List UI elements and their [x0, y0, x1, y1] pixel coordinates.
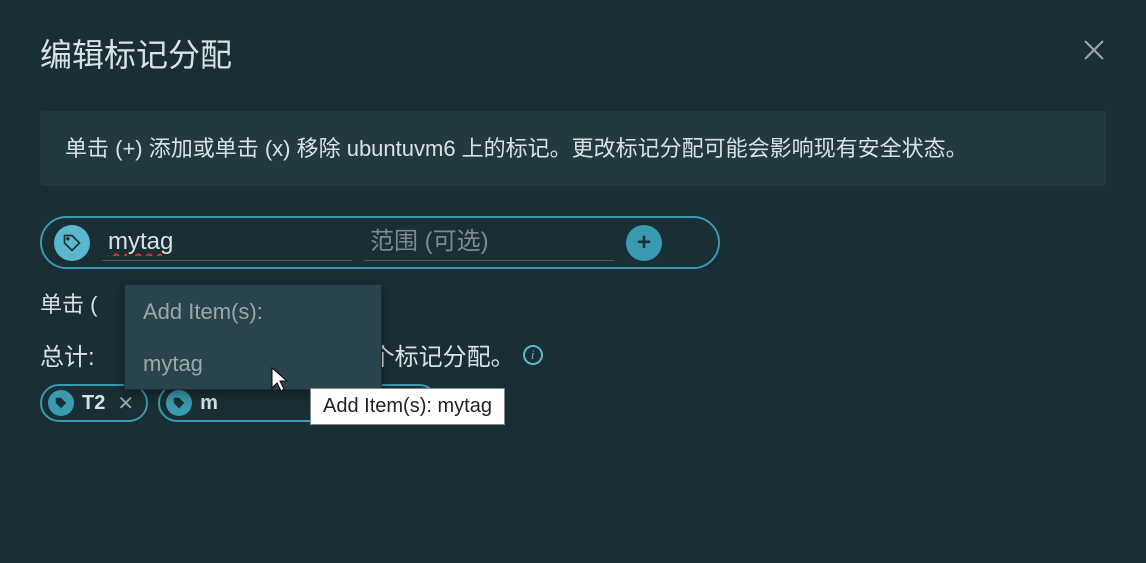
tag-scope-input[interactable] — [364, 224, 614, 261]
close-button[interactable] — [1082, 37, 1106, 69]
modal-header: 编辑标记分配 — [40, 20, 1106, 86]
tag-input-row: + — [40, 216, 720, 269]
info-banner: 单击 (+) 添加或单击 (x) 移除 ubuntuvm6 上的标记。更改标记分… — [40, 111, 1106, 186]
modal-title: 编辑标记分配 — [40, 30, 232, 76]
chip-label: m — [200, 392, 218, 415]
dropdown-item[interactable]: mytag — [125, 339, 381, 389]
plus-icon: + — [637, 231, 651, 255]
chip-label: T2 — [82, 392, 105, 415]
add-tag-button[interactable]: + — [626, 225, 662, 261]
total-suffix: 个标记分配。 — [371, 337, 515, 372]
tag-icon — [62, 233, 82, 253]
tag-name-input[interactable] — [102, 224, 352, 261]
tag-icon-circle — [54, 225, 90, 261]
mouse-cursor — [264, 364, 296, 401]
chip-remove-button[interactable]: ✕ — [117, 391, 134, 416]
tooltip: Add Item(s): mytag — [310, 388, 505, 425]
info-icon[interactable]: i — [523, 345, 543, 365]
dropdown-header: Add Item(s): — [125, 285, 381, 339]
autocomplete-dropdown: Add Item(s): mytag — [124, 284, 382, 390]
tag-icon — [166, 390, 192, 416]
total-prefix: 总计: — [40, 337, 95, 372]
close-icon — [1082, 38, 1106, 62]
tag-icon — [48, 390, 74, 416]
